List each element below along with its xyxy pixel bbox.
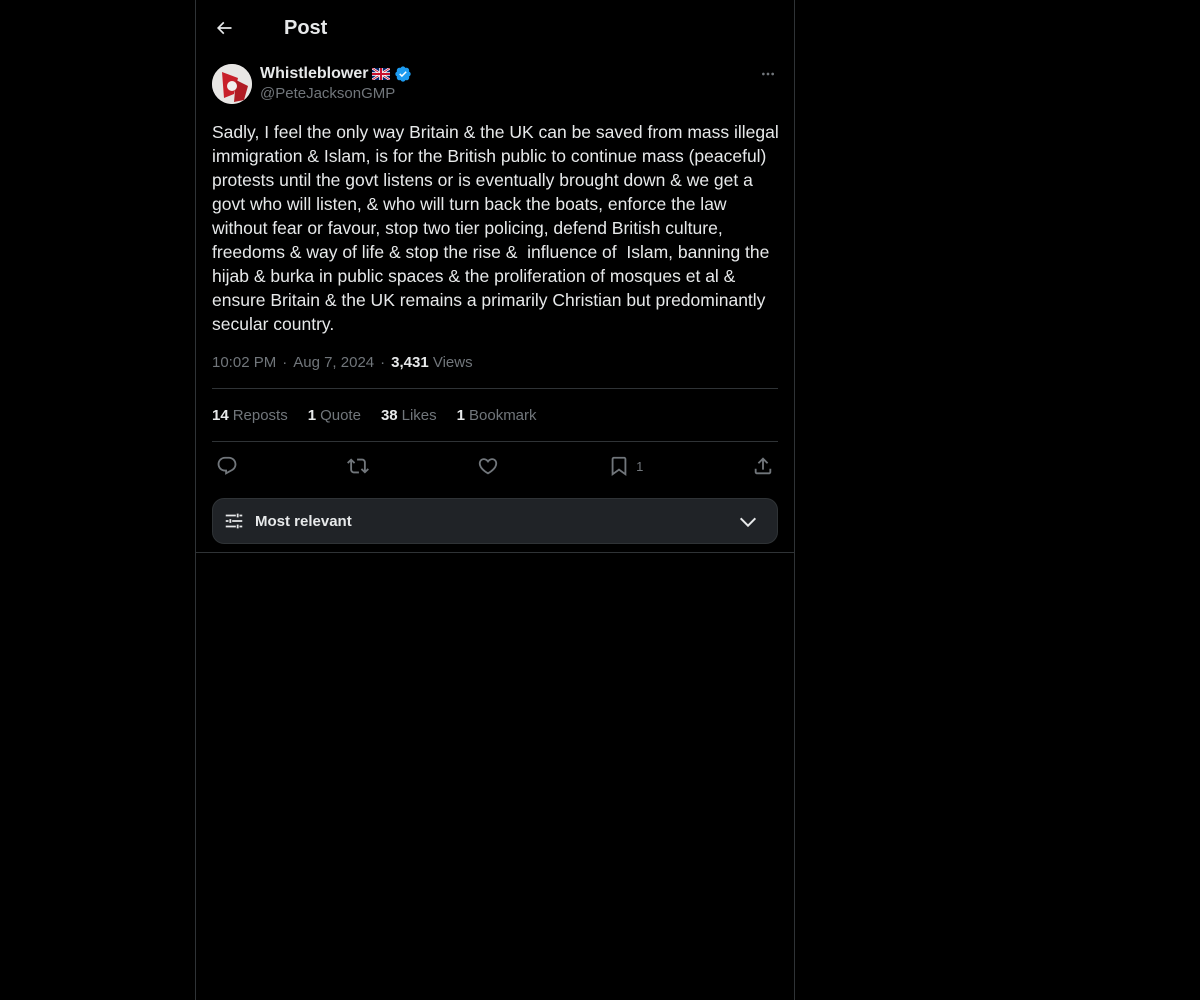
heart-icon: [479, 458, 498, 475]
more-horizontal-icon: [762, 72, 774, 76]
repost-icon: [346, 458, 369, 474]
engagement-stats: 14 Reposts 1 Quote 38 Likes 1 Bookmark: [212, 389, 778, 441]
reply-icon: [217, 456, 237, 475]
top-header: Post: [196, 0, 794, 56]
quote-count: 1: [307, 406, 317, 424]
uk-flag-icon: [372, 68, 391, 80]
views-label: Views: [432, 353, 473, 371]
reposts-label: Reposts: [232, 406, 288, 424]
likes-count: 38: [380, 406, 398, 424]
reposts-stat[interactable]: 14 Reposts: [212, 407, 288, 424]
post-time[interactable]: 10:02 PM: [212, 354, 276, 371]
post-text: Sadly, I feel the only way Britain & the…: [212, 122, 784, 334]
action-bar: 1: [212, 442, 778, 490]
like-button[interactable]: [477, 455, 499, 477]
post-date[interactable]: Aug 7, 2024: [293, 354, 374, 371]
page-title: Post: [284, 16, 328, 39]
quote-stat[interactable]: 1 Quote: [308, 407, 361, 424]
author-row: Whistleblower @PeteJacksonGMP: [212, 64, 778, 104]
reply-sort-dropdown[interactable]: Most relevant: [212, 498, 778, 544]
reposts-count: 14: [212, 406, 229, 424]
repost-button[interactable]: [346, 455, 369, 477]
arrow-left-icon: [216, 21, 232, 35]
handle[interactable]: @PeteJacksonGMP: [260, 84, 412, 104]
post-meta: 10:02 PM · Aug 7, 2024 · 3,431 Views: [212, 351, 778, 375]
author-info: Whistleblower @PeteJacksonGMP: [260, 64, 412, 104]
post: Whistleblower @PeteJacksonGMP Sadly, I f…: [196, 56, 794, 553]
post-column: Post Whistleblower @PeteJacksonGMP Sadly…: [195, 0, 795, 1000]
divider: [196, 552, 794, 553]
name-line: Whistleblower: [260, 64, 412, 84]
verified-badge-icon: [395, 66, 412, 82]
views-count: 3,431: [391, 353, 429, 371]
bookmark-action-count: 1: [636, 458, 644, 474]
chevron-down-icon: [739, 517, 757, 528]
bookmark-stat: 1 Bookmark: [457, 407, 537, 424]
more-options-button[interactable]: [758, 64, 778, 84]
bookmark-count: 1: [456, 406, 465, 424]
meta-separator: ·: [282, 353, 288, 371]
display-name[interactable]: Whistleblower: [260, 64, 368, 84]
sort-label: Most relevant: [255, 512, 352, 530]
reply-button[interactable]: [216, 455, 238, 477]
bookmark-button[interactable]: 1: [608, 455, 643, 477]
back-button[interactable]: [212, 16, 236, 40]
quote-label: Quote: [320, 406, 361, 424]
likes-label: Likes: [401, 406, 437, 424]
share-icon: [754, 457, 772, 475]
likes-stat[interactable]: 38 Likes: [381, 407, 437, 424]
avatar[interactable]: [212, 64, 252, 104]
sliders-icon: [225, 513, 243, 529]
bookmark-label: Bookmark: [469, 406, 537, 424]
avatar-image: [212, 64, 252, 104]
meta-separator: ·: [380, 353, 386, 371]
bookmark-icon: [611, 456, 627, 477]
share-button[interactable]: [752, 455, 774, 477]
